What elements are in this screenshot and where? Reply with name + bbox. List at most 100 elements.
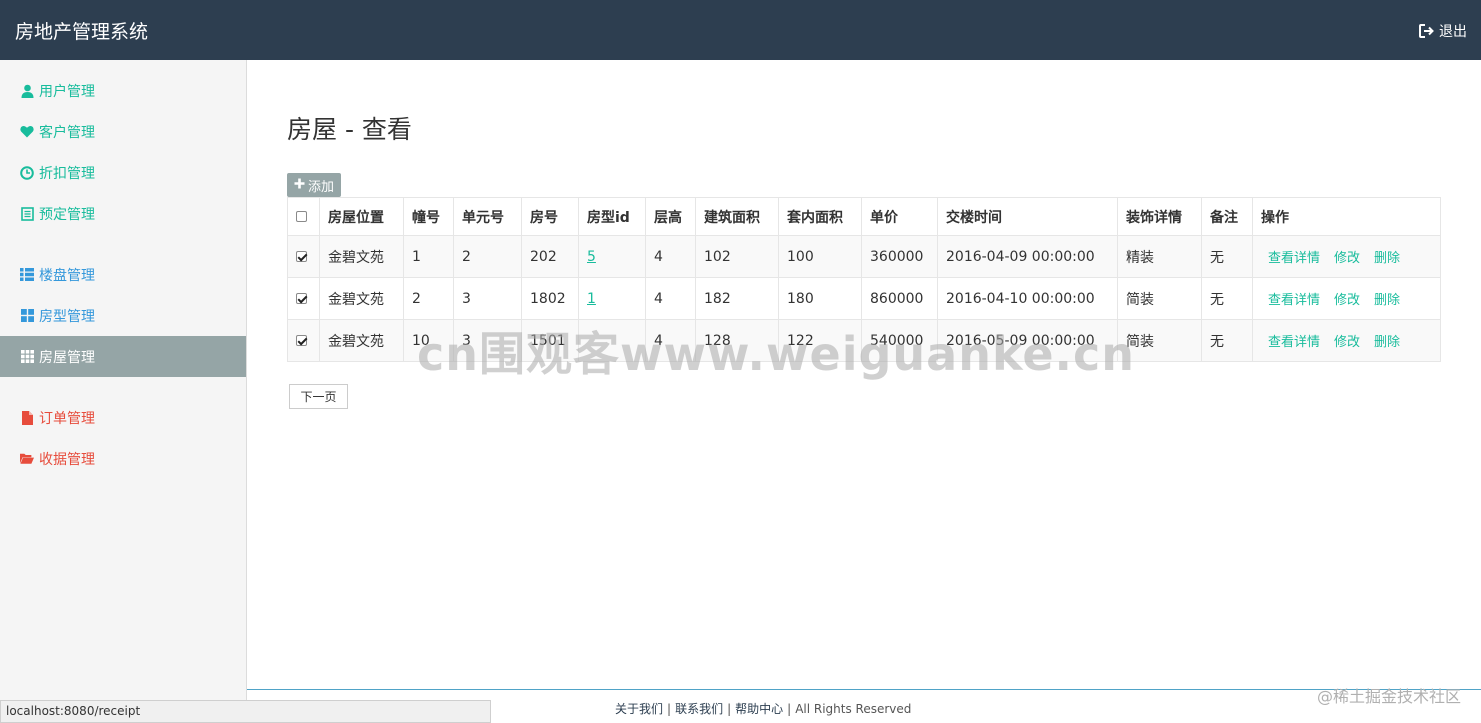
corner-watermark: @稀土掘金技术社区 (1316, 687, 1461, 706)
house-type-id-link[interactable]: 5 (587, 249, 596, 265)
add-button[interactable]: 添加 (287, 173, 342, 197)
logout-label: 退出 (1439, 24, 1467, 40)
sidebar-item-users[interactable]: 用户管理 (0, 70, 246, 111)
cell-remark: 无 (1201, 235, 1253, 278)
footer-separator: | (727, 702, 732, 716)
cell-unit-price: 860000 (861, 277, 938, 320)
edit-link[interactable]: 修改 (1334, 251, 1360, 266)
browser-status-bar: localhost:8080/receipt (0, 700, 491, 723)
th-large-icon (20, 309, 34, 323)
row-checkbox[interactable] (296, 335, 307, 346)
cell-building-no: 10 (403, 319, 454, 362)
sidebar-item-label: 客户管理 (39, 124, 95, 141)
cell-house-type-id (578, 319, 646, 362)
view-details-link[interactable]: 查看详情 (1268, 251, 1320, 266)
column-header[interactable]: 房型id (578, 197, 646, 236)
select-all-checkbox[interactable] (296, 211, 307, 222)
sidebar-item-buildings[interactable]: 楼盘管理 (0, 254, 246, 295)
cell-location: 金碧文苑 (319, 235, 404, 278)
cell-house-type-id: 5 (578, 235, 646, 278)
edit-link[interactable]: 修改 (1334, 335, 1360, 350)
column-header[interactable]: 房号 (521, 197, 579, 236)
column-header[interactable]: 单价 (861, 197, 938, 236)
column-header[interactable]: 幢号 (403, 197, 454, 236)
page-title: 房屋 - 查看 (287, 115, 412, 144)
next-page-button[interactable]: 下一页 (289, 384, 348, 409)
cell-room-no: 1501 (521, 319, 579, 362)
sidebar-item-house-types[interactable]: 房型管理 (0, 295, 246, 336)
row-select-cell (287, 235, 320, 278)
view-details-link[interactable]: 查看详情 (1268, 335, 1320, 350)
cell-building-area: 128 (695, 319, 779, 362)
file-icon (20, 410, 34, 425)
row-checkbox[interactable] (296, 293, 307, 304)
cell-decoration: 精装 (1117, 235, 1202, 278)
app-title[interactable]: 房地产管理系统 (15, 17, 148, 44)
sidebar-item-label: 房型管理 (39, 308, 95, 325)
column-header[interactable]: 备注 (1201, 197, 1253, 236)
cell-handover-time: 2016-05-09 00:00:00 (937, 319, 1118, 362)
cell-location: 金碧文苑 (319, 277, 404, 320)
cell-unit-price: 360000 (861, 235, 938, 278)
logout-button[interactable]: 退出 (1419, 21, 1467, 41)
sidebar-item-label: 用户管理 (39, 83, 95, 100)
table-row: 金碧文苑 10 3 1501 4 128 122 540000 2016-05-… (287, 319, 1441, 362)
column-header[interactable]: 层高 (645, 197, 696, 236)
sidebar-item-customers[interactable]: 客户管理 (0, 111, 246, 152)
sidebar: 用户管理 客户管理 折扣管理 预定管理 楼盘管理 房型管理 房屋管理 订单管理 … (0, 60, 247, 700)
column-header[interactable]: 房屋位置 (319, 197, 404, 236)
column-header[interactable]: 套内面积 (778, 197, 862, 236)
delete-link[interactable]: 删除 (1374, 293, 1400, 308)
logout-icon (1419, 24, 1435, 38)
sidebar-item-receipts[interactable]: 收据管理 (0, 438, 246, 479)
top-navbar: 房地产管理系统 退出 (0, 0, 1481, 60)
th-list-icon (20, 268, 34, 282)
cell-unit-price: 540000 (861, 319, 938, 362)
add-button-label: 添加 (308, 179, 335, 195)
sidebar-item-discounts[interactable]: 折扣管理 (0, 152, 246, 193)
sidebar-item-reservations[interactable]: 预定管理 (0, 193, 246, 234)
footer-about-link[interactable]: 关于我们 (615, 702, 663, 716)
column-header: 操作 (1252, 197, 1441, 236)
footer-separator: | (787, 702, 792, 716)
edit-link[interactable]: 修改 (1334, 293, 1360, 308)
column-header[interactable]: 装饰详情 (1117, 197, 1202, 236)
delete-link[interactable]: 删除 (1374, 335, 1400, 350)
footer-contact-link[interactable]: 联系我们 (675, 702, 723, 716)
table-row: 金碧文苑 1 2 202 5 4 102 100 360000 2016-04-… (287, 235, 1441, 278)
cell-floor-height: 4 (645, 235, 696, 278)
cell-building-no: 1 (403, 235, 454, 278)
cell-unit-no: 3 (453, 319, 522, 362)
cell-building-no: 2 (403, 277, 454, 320)
cell-actions: 查看详情 修改 删除 (1252, 235, 1441, 278)
sidebar-item-label: 收据管理 (39, 451, 95, 468)
view-details-link[interactable]: 查看详情 (1268, 293, 1320, 308)
sidebar-item-orders[interactable]: 订单管理 (0, 397, 246, 438)
cell-inner-area: 180 (778, 277, 862, 320)
row-select-cell (287, 277, 320, 320)
sidebar-item-label: 订单管理 (39, 410, 95, 427)
footer-help-link[interactable]: 帮助中心 (735, 702, 783, 716)
house-type-id-link[interactable]: 1 (587, 291, 596, 307)
cell-handover-time: 2016-04-10 00:00:00 (937, 277, 1118, 320)
cell-inner-area: 122 (778, 319, 862, 362)
sidebar-item-label: 楼盘管理 (39, 267, 95, 284)
cell-floor-height: 4 (645, 277, 696, 320)
cell-decoration: 简装 (1117, 319, 1202, 362)
select-all-cell (287, 197, 320, 236)
sidebar-item-houses[interactable]: 房屋管理 (0, 336, 246, 377)
row-checkbox[interactable] (296, 251, 307, 262)
cell-building-area: 182 (695, 277, 779, 320)
sidebar-item-label: 折扣管理 (39, 165, 95, 182)
table-header-row: 房屋位置 幢号 单元号 房号 房型id 层高 建筑面积 套内面积 单价 交楼时间… (287, 197, 1441, 236)
clock-icon (20, 165, 34, 180)
user-icon (20, 84, 34, 98)
cell-floor-height: 4 (645, 319, 696, 362)
column-header[interactable]: 建筑面积 (695, 197, 779, 236)
cell-inner-area: 100 (778, 235, 862, 278)
cell-decoration: 简装 (1117, 277, 1202, 320)
column-header[interactable]: 交楼时间 (937, 197, 1118, 236)
footer-separator: | (667, 702, 672, 716)
delete-link[interactable]: 删除 (1374, 251, 1400, 266)
column-header[interactable]: 单元号 (453, 197, 522, 236)
